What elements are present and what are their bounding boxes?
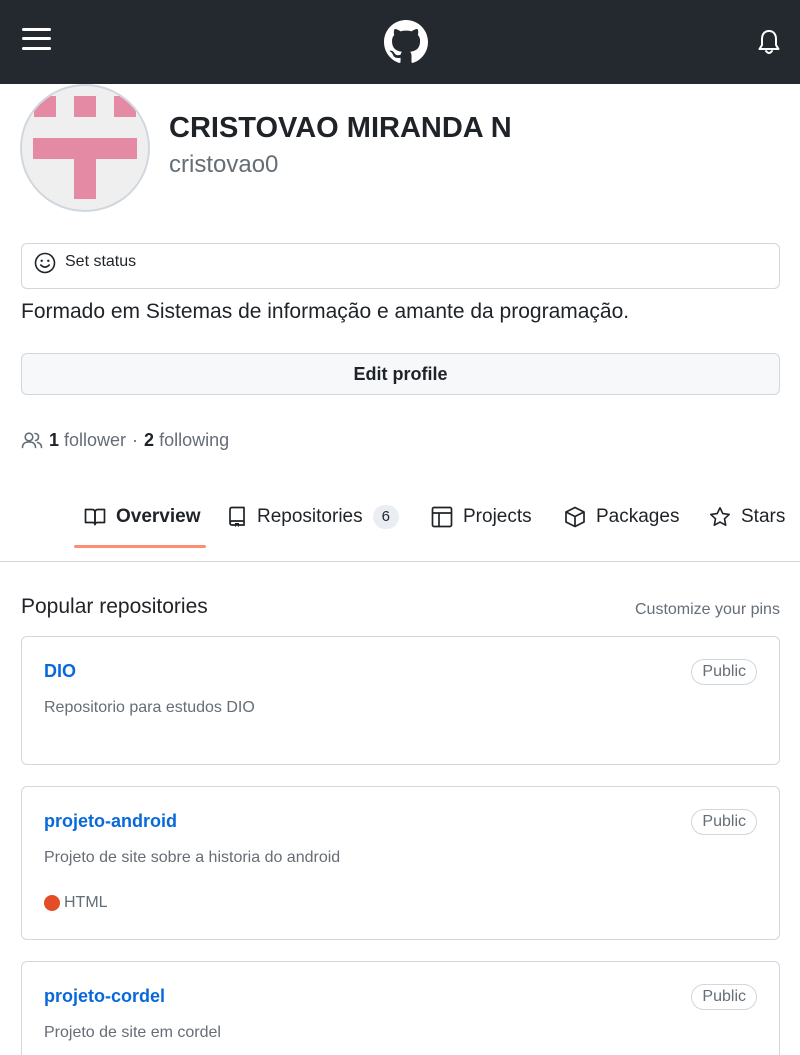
repo-card: projeto-android Public Projeto de site s… xyxy=(21,786,780,940)
hamburger-icon[interactable] xyxy=(22,26,52,52)
tab-stars-label: Stars xyxy=(741,506,786,527)
following-link[interactable]: 2 following xyxy=(144,430,229,451)
profile-tabs: Overview Repositories 6 Projects Package… xyxy=(0,490,800,562)
tab-stars[interactable]: Stars xyxy=(709,504,785,530)
followers-label: follower xyxy=(64,429,127,450)
visibility-badge: Public xyxy=(691,659,757,685)
book-icon xyxy=(84,508,106,526)
star-icon xyxy=(710,507,730,526)
repo-icon xyxy=(229,506,245,527)
repo-name-link[interactable]: projeto-android xyxy=(44,811,177,832)
smiley-icon xyxy=(34,252,56,274)
people-icon xyxy=(21,432,43,449)
github-logo-icon[interactable] xyxy=(384,20,428,64)
following-count: 2 xyxy=(144,429,155,450)
tab-overview[interactable]: Overview xyxy=(84,504,201,530)
profile-username: cristovao0 xyxy=(169,151,279,178)
avatar[interactable] xyxy=(20,84,150,212)
set-status-button[interactable]: Set status xyxy=(21,243,780,289)
follow-separator: · xyxy=(132,429,139,450)
customize-pins-link[interactable]: Customize your pins xyxy=(635,601,780,619)
top-bar xyxy=(0,0,800,84)
active-tab-underline xyxy=(74,545,206,548)
table-icon xyxy=(431,506,453,528)
following-label: following xyxy=(159,429,230,450)
tab-overview-label: Overview xyxy=(116,506,201,527)
followers-link[interactable]: 1 follower xyxy=(49,430,126,451)
repo-card: DIO Public Repositorio para estudos DIO xyxy=(21,636,780,765)
edit-profile-button[interactable]: Edit profile xyxy=(21,353,780,395)
repo-description: Repositorio para estudos DIO xyxy=(44,699,255,716)
followers-row: 1 follower · 2 following xyxy=(21,428,229,452)
repo-description: Projeto de site em cordel xyxy=(44,1024,221,1041)
profile-full-name: CRISTOVAO MIRANDA N xyxy=(169,112,512,144)
repo-card: projeto-cordel Public Projeto de site em… xyxy=(21,961,780,1055)
repo-name-link[interactable]: DIO xyxy=(44,661,76,682)
repo-language: HTML xyxy=(44,894,108,912)
bell-icon[interactable] xyxy=(756,28,782,56)
followers-count: 1 xyxy=(49,429,60,450)
tab-packages-label: Packages xyxy=(596,506,680,527)
set-status-label: Set status xyxy=(65,253,137,270)
package-icon xyxy=(565,506,585,528)
visibility-badge: Public xyxy=(691,984,757,1010)
tab-repositories[interactable]: Repositories 6 xyxy=(227,504,399,530)
repo-name-link[interactable]: projeto-cordel xyxy=(44,986,165,1007)
repo-description: Projeto de site sobre a historia do andr… xyxy=(44,849,341,866)
tab-projects-label: Projects xyxy=(463,506,532,527)
repositories-count-badge: 6 xyxy=(372,505,399,529)
tab-projects[interactable]: Projects xyxy=(431,504,532,530)
tab-repositories-label: Repositories xyxy=(257,506,363,527)
language-color-dot xyxy=(44,895,60,911)
popular-repositories-heading: Popular repositories xyxy=(21,595,208,618)
profile-bio: Formado em Sistemas de informação e aman… xyxy=(21,300,630,323)
repo-language-label: HTML xyxy=(64,894,108,911)
visibility-badge: Public xyxy=(691,809,757,835)
tab-packages[interactable]: Packages xyxy=(564,504,679,530)
